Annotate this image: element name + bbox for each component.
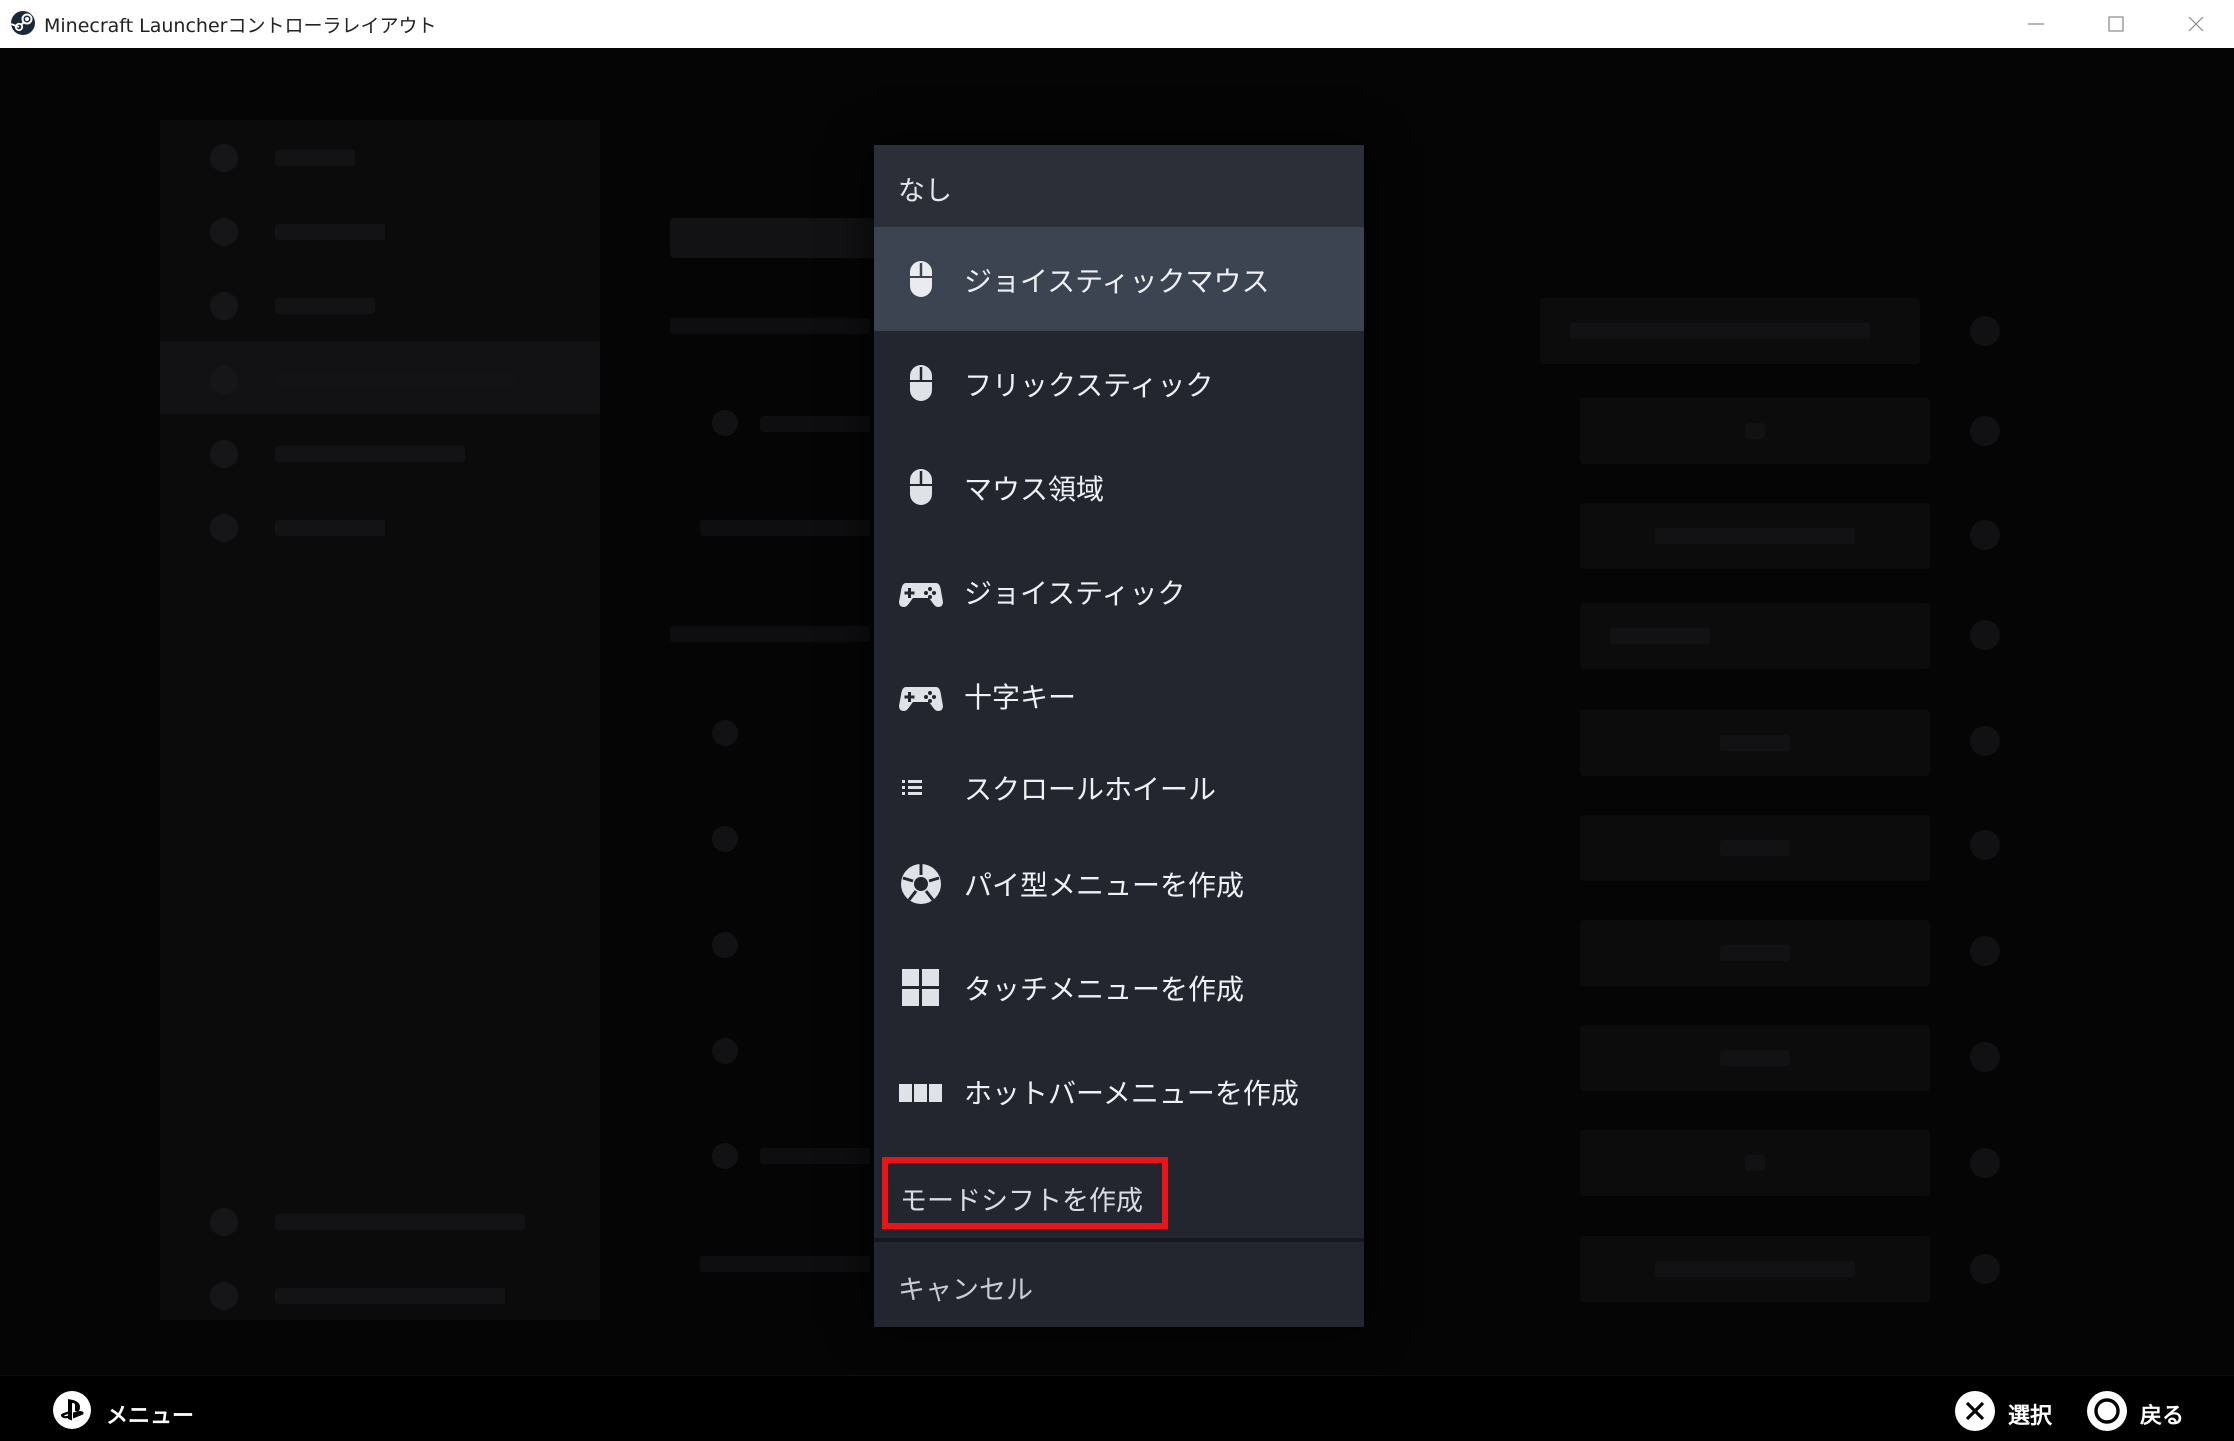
background-sidebar-row <box>160 490 600 562</box>
background-sidebar-row <box>160 416 600 488</box>
footer-menu-label: メニュー <box>106 1404 195 1429</box>
mouse-icon <box>898 257 944 303</box>
cross-button-icon <box>1955 1391 1995 1431</box>
list-icon <box>898 765 944 811</box>
menu-item-label: ジョイスティック <box>964 577 1186 610</box>
cancel-label: キャンセル <box>898 1275 1033 1306</box>
minimize-button[interactable] <box>2004 0 2068 48</box>
maximize-button[interactable] <box>2084 0 2148 48</box>
binding-type-menu: なし ジョイスティックマウス フリックスティック マウス領域 ジョイスティック … <box>874 145 1364 1327</box>
menu-item-create-hotbar-menu[interactable]: ホットバーメニューを作成 <box>874 1039 1364 1143</box>
maximize-icon <box>2108 16 2124 32</box>
menu-item-dpad[interactable]: 十字キー <box>874 643 1364 747</box>
mouse-icon <box>898 361 944 407</box>
gamepad-icon <box>898 569 944 615</box>
hotbar-icon <box>898 1069 944 1115</box>
playstation-icon <box>53 1391 91 1429</box>
minimize-icon <box>2028 23 2044 25</box>
menu-item-joystick-mouse[interactable]: ジョイスティックマウス <box>874 227 1364 331</box>
menu-item-mouse-region[interactable]: マウス領域 <box>874 435 1364 539</box>
menu-item-label: タッチメニューを作成 <box>964 973 1245 1006</box>
menu-item-scroll-wheel[interactable]: スクロールホイール <box>874 735 1364 839</box>
close-button[interactable] <box>2164 0 2228 48</box>
pie-menu-icon <box>898 861 944 907</box>
background-sidebar <box>160 120 600 1320</box>
title-bar: Minecraft Launcherコントローラレイアウト <box>0 0 2234 49</box>
close-icon <box>2188 16 2204 32</box>
background-sidebar-row <box>160 194 600 266</box>
cancel-button[interactable]: キャンセル <box>874 1242 1364 1327</box>
circle-button-icon <box>2087 1391 2127 1431</box>
menu-item-create-radial-menu[interactable]: パイ型メニューを作成 <box>874 831 1364 935</box>
background-sidebar-row <box>160 268 600 340</box>
app-root: Minecraft Launcherコントローラレイアウト なし ジョイスティッ… <box>0 0 2234 1441</box>
grid-icon <box>898 965 944 1011</box>
menu-item-label: 十字キー <box>964 681 1077 714</box>
menu-item-create-touch-menu[interactable]: タッチメニューを作成 <box>874 935 1364 1039</box>
mouse-icon <box>898 465 944 511</box>
menu-item-label: フリックスティック <box>964 369 1214 402</box>
menu-item-joystick[interactable]: ジョイスティック <box>874 539 1364 643</box>
menu-item-label: ホットバーメニューを作成 <box>964 1077 1299 1110</box>
steam-logo-icon <box>10 11 35 35</box>
menu-item-label: パイ型メニューを作成 <box>964 869 1245 902</box>
menu-item-label: ジョイスティックマウス <box>964 265 1270 298</box>
menu-item-label: マウス領域 <box>964 473 1105 506</box>
menu-item-none-label: なし <box>898 176 952 207</box>
background-sidebar-row <box>160 120 600 192</box>
menu-item-label: スクロールホイール <box>964 773 1217 806</box>
background-sidebar-row <box>160 1184 600 1256</box>
background-sidebar-row <box>160 1258 600 1330</box>
background-sidebar-row <box>160 342 600 414</box>
menu-item-create-mode-shift[interactable]: モードシフトを作成 <box>882 1157 1168 1229</box>
gamepad-icon <box>898 673 944 719</box>
footer-back-label: 戻る <box>2140 1404 2185 1429</box>
footer-bar: メニュー 選択 戻る <box>0 1375 2234 1441</box>
footer-select-label: 選択 <box>2008 1404 2053 1429</box>
menu-item-flick-stick[interactable]: フリックスティック <box>874 331 1364 435</box>
window-title: Minecraft Launcherコントローラレイアウト <box>44 15 437 37</box>
menu-item-label: モードシフトを作成 <box>900 1186 1143 1217</box>
menu-item-none[interactable]: なし <box>874 145 1364 227</box>
